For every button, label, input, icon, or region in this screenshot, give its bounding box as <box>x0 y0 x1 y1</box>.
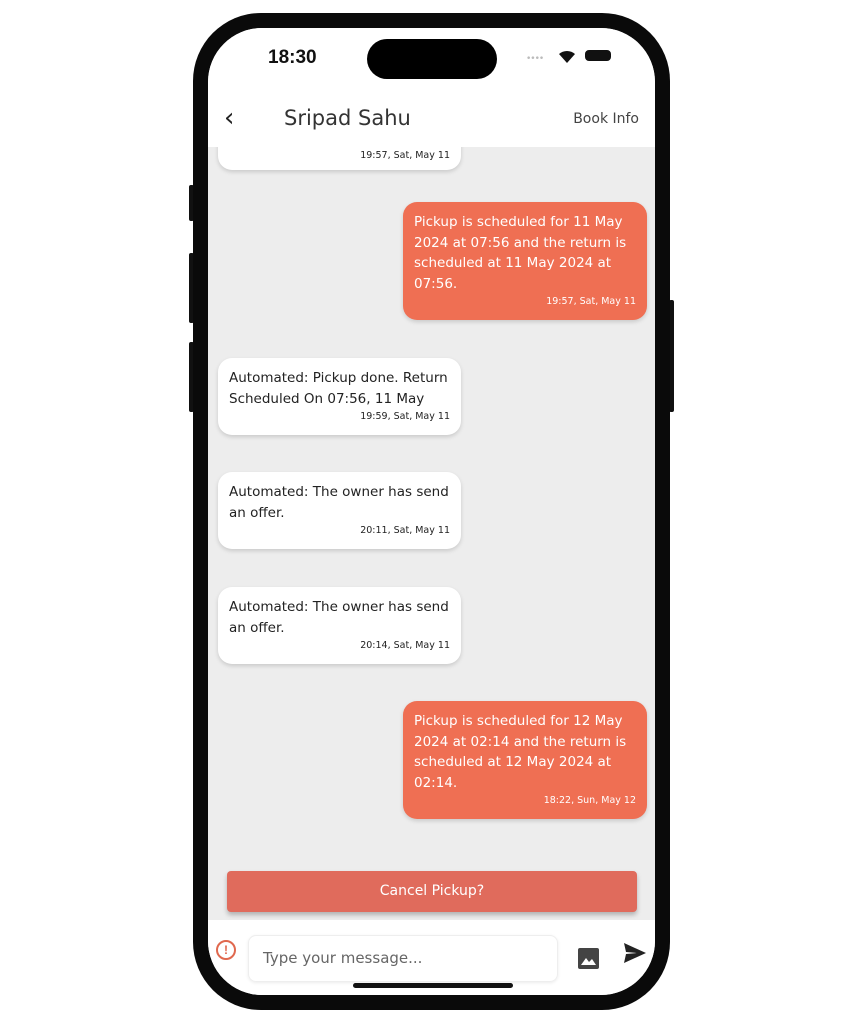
message-time: 18:22, Sun, May 12 <box>543 795 636 806</box>
send-icon[interactable] <box>623 942 647 964</box>
message-time: 19:57, Sat, May 11 <box>360 150 450 161</box>
message-text: Automated: The owner has send an offer. <box>229 599 449 636</box>
alert-icon[interactable]: ! <box>216 940 236 960</box>
message-time: 20:14, Sat, May 11 <box>360 640 450 651</box>
message-time: 20:11, Sat, May 11 <box>360 525 450 536</box>
chat-title: Sripad Sahu <box>284 106 411 130</box>
chat-header: ‹ Sripad Sahu Book Info <box>208 95 655 147</box>
message-bubble-outgoing: Pickup is scheduled for 11 May 2024 at 0… <box>403 202 647 320</box>
cancel-pickup-button[interactable]: Cancel Pickup? <box>227 871 637 912</box>
battery-icon <box>585 50 611 61</box>
back-arrow-icon[interactable]: ‹ <box>224 103 234 133</box>
message-text: Pickup is scheduled for 12 May 2024 at 0… <box>414 713 627 791</box>
message-input[interactable]: Type your message... <box>248 935 558 982</box>
status-bar: 18:30 •••• <box>208 28 655 95</box>
message-time: 19:57, Sat, May 11 <box>546 296 636 307</box>
message-bubble-incoming: Automated: The owner has send an offer. … <box>218 472 461 549</box>
message-bubble-outgoing: Pickup is scheduled for 12 May 2024 at 0… <box>403 701 647 819</box>
signal-icon: •••• <box>526 54 544 64</box>
dynamic-island <box>367 39 497 79</box>
message-text: Automated: The owner has send an offer. <box>229 484 449 521</box>
status-time: 18:30 <box>268 47 317 68</box>
message-text: Automated: Pickup done. Return Scheduled… <box>229 370 448 407</box>
book-info-link[interactable]: Book Info <box>573 111 639 127</box>
home-indicator <box>353 983 513 988</box>
message-text: Pickup is scheduled for 11 May 2024 at 0… <box>414 214 627 292</box>
screen: 18:30 •••• ‹ Sripad Sahu Book Info 19:57… <box>208 28 655 995</box>
phone-frame: 18:30 •••• ‹ Sripad Sahu Book Info 19:57… <box>193 13 670 1010</box>
image-icon[interactable] <box>578 948 599 969</box>
message-bubble-incoming: Automated: The owner has send an offer. … <box>218 587 461 664</box>
message-time: 19:59, Sat, May 11 <box>360 411 450 422</box>
wifi-icon <box>559 50 575 63</box>
message-bubble-incoming: Automated: Pickup done. Return Scheduled… <box>218 358 461 435</box>
